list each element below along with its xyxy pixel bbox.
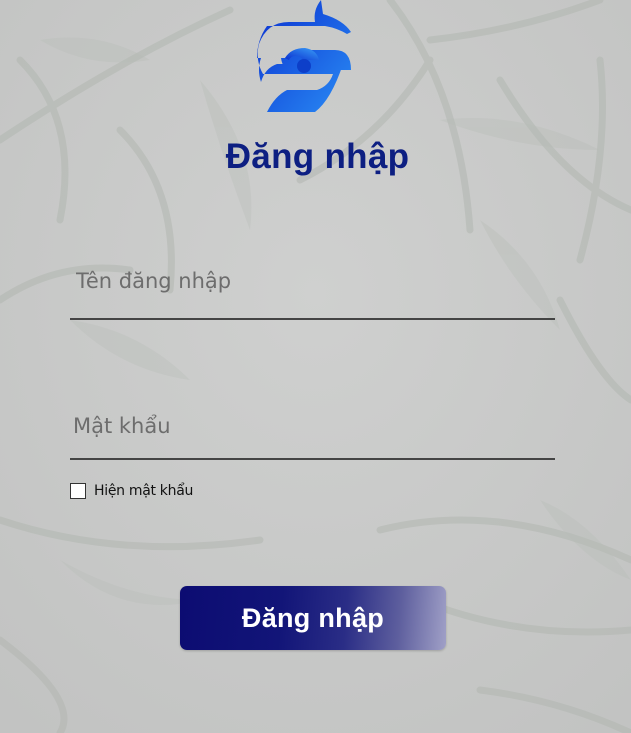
show-password-checkbox[interactable]	[70, 483, 86, 499]
page-title: Đăng nhập	[225, 137, 410, 176]
show-password-label: Hiện mật khẩu	[94, 483, 194, 499]
username-field	[70, 262, 555, 320]
company-logo-icon	[255, 0, 355, 118]
show-password-toggle[interactable]: Hiện mật khẩu	[70, 483, 193, 499]
password-input[interactable]	[70, 404, 555, 448]
login-button[interactable]: Đăng nhập	[180, 586, 446, 650]
username-input[interactable]	[70, 262, 555, 300]
password-field	[70, 404, 555, 460]
username-underline	[70, 318, 555, 320]
password-underline	[70, 458, 555, 460]
